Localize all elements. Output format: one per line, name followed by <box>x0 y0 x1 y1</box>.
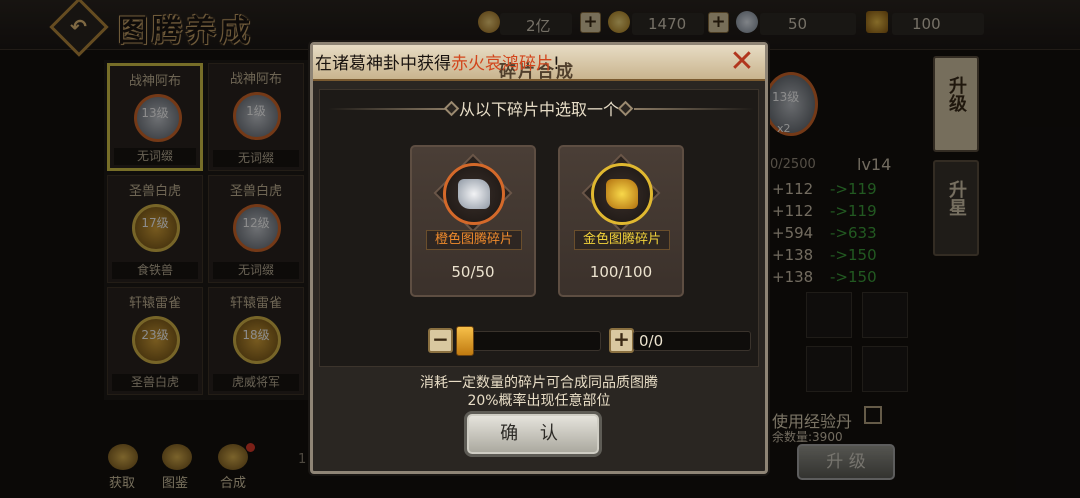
notice-prefix: 在诸葛神卦中获得 <box>315 54 451 74</box>
slider-handle[interactable] <box>456 326 474 356</box>
orange-fragment-icon <box>458 179 490 209</box>
fragment-select-dialog: 碎片合成 ✕ 在诸葛神卦中获得赤火哀鸿碎片! 从以下碎片中选取一个 橙色图腾碎片… <box>310 42 768 474</box>
fragment-label: 金色图腾碎片 <box>574 230 670 250</box>
notice-item: 赤火哀鸿碎片 <box>451 54 553 74</box>
close-icon[interactable]: ✕ <box>725 47 759 79</box>
decrease-button[interactable]: − <box>428 328 453 353</box>
fragment-count: 100/100 <box>589 263 653 281</box>
reward-notice: 在诸葛神卦中获得赤火哀鸿碎片! <box>315 49 560 74</box>
description-line-2: 20%概率出现任意部位 <box>467 393 611 409</box>
fragment-label: 橙色图腾碎片 <box>426 230 522 250</box>
notice-suffix: ! <box>553 54 560 74</box>
orange-fragment-option[interactable]: 橙色图腾碎片 50/50 <box>410 145 536 297</box>
quantity-display: 0/0 <box>633 331 751 351</box>
fragment-panel: 从以下碎片中选取一个 橙色图腾碎片 50/50 金色图腾碎片 100/100 <box>319 89 759 367</box>
fragment-count: 50/50 <box>451 263 495 281</box>
gold-fragment-icon <box>606 179 638 209</box>
increase-button[interactable]: + <box>609 328 634 353</box>
description-line-1: 消耗一定数量的碎片可合成同品质图腾 <box>420 375 658 391</box>
title-ornament-right <box>612 100 754 117</box>
dialog-header: 碎片合成 ✕ 在诸葛神卦中获得赤火哀鸿碎片! <box>313 45 765 82</box>
confirm-button[interactable]: 确 认 <box>464 411 602 457</box>
gold-fragment-option[interactable]: 金色图腾碎片 100/100 <box>558 145 684 297</box>
quantity-slider[interactable] <box>457 331 601 351</box>
